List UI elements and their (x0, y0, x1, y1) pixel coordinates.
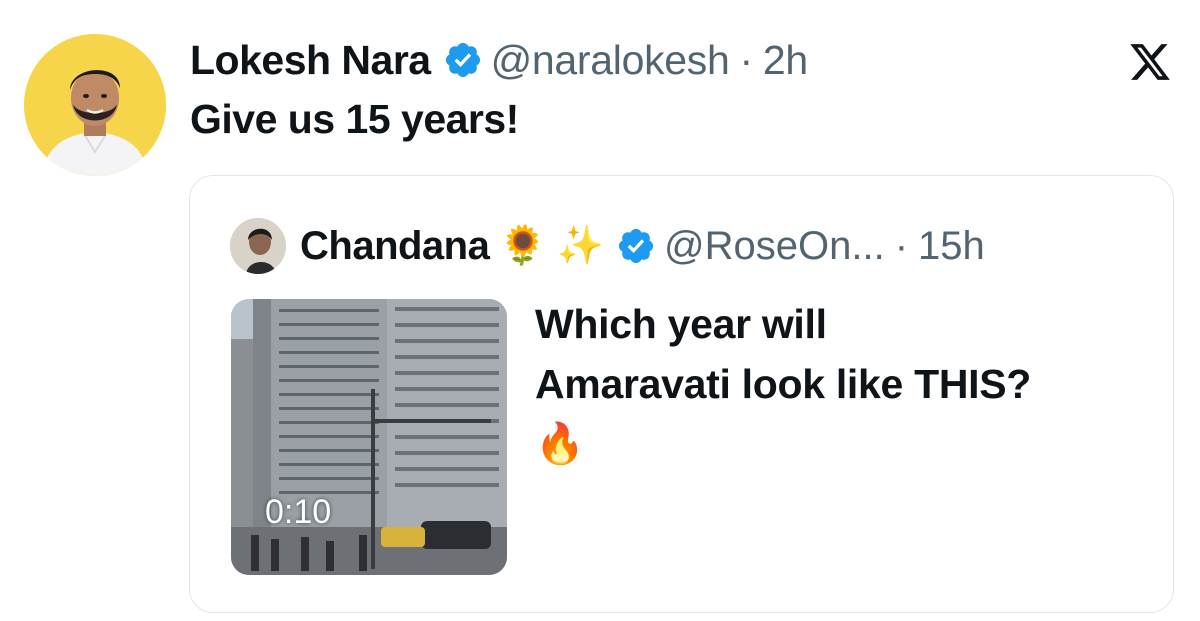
separator-dot: · (894, 223, 909, 268)
quoted-text-line: Amaravati look like THIS? (535, 361, 1032, 407)
sunflower-emoji: 🌻 (499, 225, 547, 267)
quoted-tweet-card[interactable]: Chandana 🌻 ✨ @RoseOn... · 15h 0:10 Which… (189, 175, 1174, 613)
author-handle[interactable]: @naralokesh (491, 37, 730, 84)
quoted-author-handle[interactable]: @RoseOn... (664, 224, 885, 269)
author-avatar[interactable] (24, 34, 166, 176)
quoted-tweet-time[interactable]: 15h (918, 224, 985, 269)
quoted-author-name[interactable]: Chandana (300, 224, 490, 269)
verified-badge-icon (616, 226, 656, 266)
verified-badge-icon (443, 40, 483, 80)
x-logo-icon[interactable] (1128, 40, 1172, 84)
tweet-text: Give us 15 years! (190, 96, 519, 142)
separator-dot: · (739, 36, 754, 83)
quoted-tweet-header: Chandana 🌻 ✨ @RoseOn... · 15h (230, 216, 985, 276)
author-name[interactable]: Lokesh Nara (190, 37, 431, 84)
avatar-photo (24, 34, 166, 176)
quoted-author-avatar[interactable] (230, 218, 286, 274)
video-thumbnail[interactable]: 0:10 (231, 299, 507, 575)
tweet-header: Lokesh Nara @naralokesh · 2h (190, 32, 808, 88)
quoted-tweet-text: Which year will Amaravati look like THIS… (535, 294, 1145, 474)
tweet-time[interactable]: 2h (763, 37, 808, 84)
quoted-text-line: Which year will (535, 301, 827, 347)
quoted-avatar-photo (230, 218, 286, 274)
video-duration: 0:10 (265, 493, 332, 531)
sparkles-emoji: ✨ (556, 225, 605, 267)
city-street-image (231, 299, 507, 575)
fire-emoji: 🔥 (535, 422, 585, 466)
